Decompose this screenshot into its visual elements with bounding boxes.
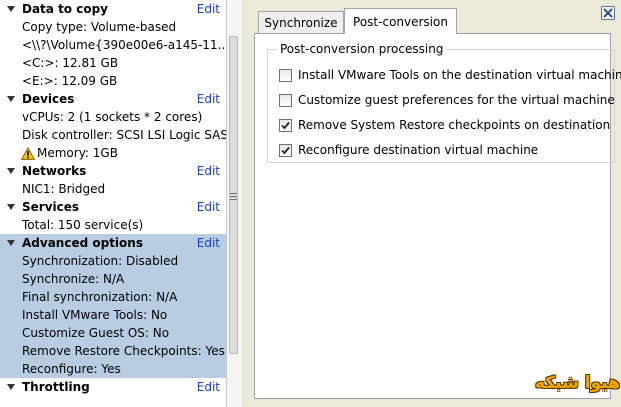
summary-row-text: Reconfigure: Yes: [22, 362, 121, 376]
checkbox[interactable]: [279, 94, 292, 107]
summary-row: <\\?\Volume{390e00e6-a145-11...: [0, 36, 226, 54]
section-title: Devices: [22, 92, 75, 106]
summary-row: Synchronization: Disabled: [0, 252, 226, 270]
option-label[interactable]: Remove System Restore checkpoints on des…: [298, 116, 610, 134]
group-title: Post-conversion processing: [277, 42, 447, 56]
section-title: Services: [22, 200, 80, 214]
option-label[interactable]: Install VMware Tools on the destination …: [298, 66, 621, 84]
summary-row-text: Copy type: Volume-based: [22, 20, 177, 34]
section-throttling[interactable]: Throttling Edit: [0, 378, 226, 396]
options-summary-panel: Data to copy Edit Copy type: Volume-based <…: [0, 0, 227, 407]
warning-triangle-icon: [21, 147, 35, 160]
watermark-logo: هیوا شبکه: [535, 373, 620, 393]
summary-row: vCPUs: 2 (1 sockets * 2 cores): [0, 108, 226, 126]
summary-row: <C:>: 12.81 GB: [0, 54, 226, 72]
section-header[interactable]: Advanced options Edit: [0, 234, 226, 252]
checkmark-icon: [281, 146, 290, 155]
checkbox[interactable]: [279, 119, 292, 132]
section-data-to-copy[interactable]: Data to copy Edit Copy type: Volume-based <…: [0, 0, 226, 90]
summary-row-text: <C:>: 12.81 GB: [22, 56, 119, 70]
section-devices[interactable]: Devices Edit vCPUs: 2 (1 sockets * 2 cores…: [0, 90, 226, 162]
tab-synchronize[interactable]: Synchronize: [258, 11, 344, 33]
edit-data-to-copy-link[interactable]: Edit: [197, 0, 220, 18]
summary-row-text: Disk controller: SCSI LSI Logic SAS: [22, 128, 226, 142]
summary-row: Customize Guest OS: No: [0, 324, 226, 342]
summary-row: Reconfigure: Yes: [0, 360, 226, 378]
close-icon: [603, 8, 613, 18]
option-label[interactable]: Customize guest preferences for the virt…: [298, 91, 615, 109]
edit-throttling-link[interactable]: Edit: [197, 378, 220, 396]
summary-row-text: <E:>: 12.09 GB: [22, 74, 118, 88]
checkbox[interactable]: [279, 144, 292, 157]
checkbox[interactable]: [279, 69, 292, 82]
edit-networks-link[interactable]: Edit: [197, 162, 220, 180]
summary-row: Total: 150 service(s): [0, 216, 226, 234]
summary-row: Install VMware Tools: No: [0, 306, 226, 324]
summary-row: NIC1: Bridged: [0, 180, 226, 198]
summary-row-text: Final synchronization: N/A: [22, 290, 178, 304]
collapse-triangle-icon[interactable]: [7, 6, 15, 12]
summary-row: Disk controller: SCSI LSI Logic SAS: [0, 126, 226, 144]
section-title: Data to copy: [22, 2, 108, 16]
section-title: Throttling: [22, 380, 90, 394]
section-header[interactable]: Devices Edit: [0, 90, 226, 108]
section-networks[interactable]: Networks Edit NIC1: Bridged: [0, 162, 226, 198]
summary-row: <E:>: 12.09 GB: [0, 72, 226, 90]
summary-row: Synchronize: N/A: [0, 270, 226, 288]
summary-row: Remove Restore Checkpoints: Yes: [0, 342, 226, 360]
edit-devices-link[interactable]: Edit: [197, 90, 220, 108]
section-services[interactable]: Services Edit Total: 150 service(s): [0, 198, 226, 234]
vmware-converter-options-view: Data to copy Edit Copy type: Volume-based <…: [0, 0, 621, 407]
collapse-triangle-icon[interactable]: [7, 204, 15, 210]
option-label[interactable]: Reconfigure destination virtual machine: [298, 141, 538, 159]
summary-row-text: Synchronization: Disabled: [22, 254, 179, 268]
section-title: Advanced options: [22, 236, 143, 250]
section-header[interactable]: Services Edit: [0, 198, 226, 216]
splitter-grip-icon[interactable]: [229, 191, 238, 200]
summary-row-text: Memory: 1GB: [37, 146, 118, 160]
collapse-triangle-icon[interactable]: [7, 240, 15, 246]
summary-row-text: Total: 150 service(s): [22, 218, 144, 232]
collapse-triangle-icon[interactable]: [7, 384, 15, 390]
summary-row-text: Remove Restore Checkpoints: Yes: [22, 344, 225, 358]
edit-services-link[interactable]: Edit: [197, 198, 220, 216]
section-header[interactable]: Throttling Edit: [0, 378, 226, 396]
summary-row-text: <\\?\Volume{390e00e6-a145-11...: [22, 38, 226, 52]
summary-row-text: Install VMware Tools: No: [22, 308, 168, 322]
summary-row-text: vCPUs: 2 (1 sockets * 2 cores): [22, 110, 203, 124]
tab-post-conversion[interactable]: Post-conversion: [344, 8, 457, 34]
checkmark-icon: [281, 121, 290, 130]
collapse-triangle-icon[interactable]: [7, 168, 15, 174]
section-header[interactable]: Networks Edit: [0, 162, 226, 180]
close-button[interactable]: [601, 6, 615, 20]
collapse-triangle-icon[interactable]: [7, 96, 15, 102]
summary-row: Final synchronization: N/A: [0, 288, 226, 306]
post-conversion-settings-panel: Synchronize Post-conversion Post-convers…: [241, 0, 621, 407]
edit-advanced-options-link[interactable]: Edit: [197, 234, 220, 252]
summary-row-text: NIC1: Bridged: [22, 182, 106, 196]
summary-row-text: Synchronize: N/A: [22, 272, 125, 286]
section-header[interactable]: Data to copy Edit: [0, 0, 226, 18]
section-advanced-options[interactable]: Advanced options Edit Synchronization: Dis…: [0, 234, 226, 378]
tab-content-post-conversion: Post-conversion processing Install VMwar…: [254, 33, 621, 399]
section-title: Networks: [22, 164, 87, 178]
summary-row: Memory: 1GB: [0, 144, 226, 162]
summary-row-text: Customize Guest OS: No: [22, 326, 170, 340]
summary-row: Copy type: Volume-based: [0, 18, 226, 36]
